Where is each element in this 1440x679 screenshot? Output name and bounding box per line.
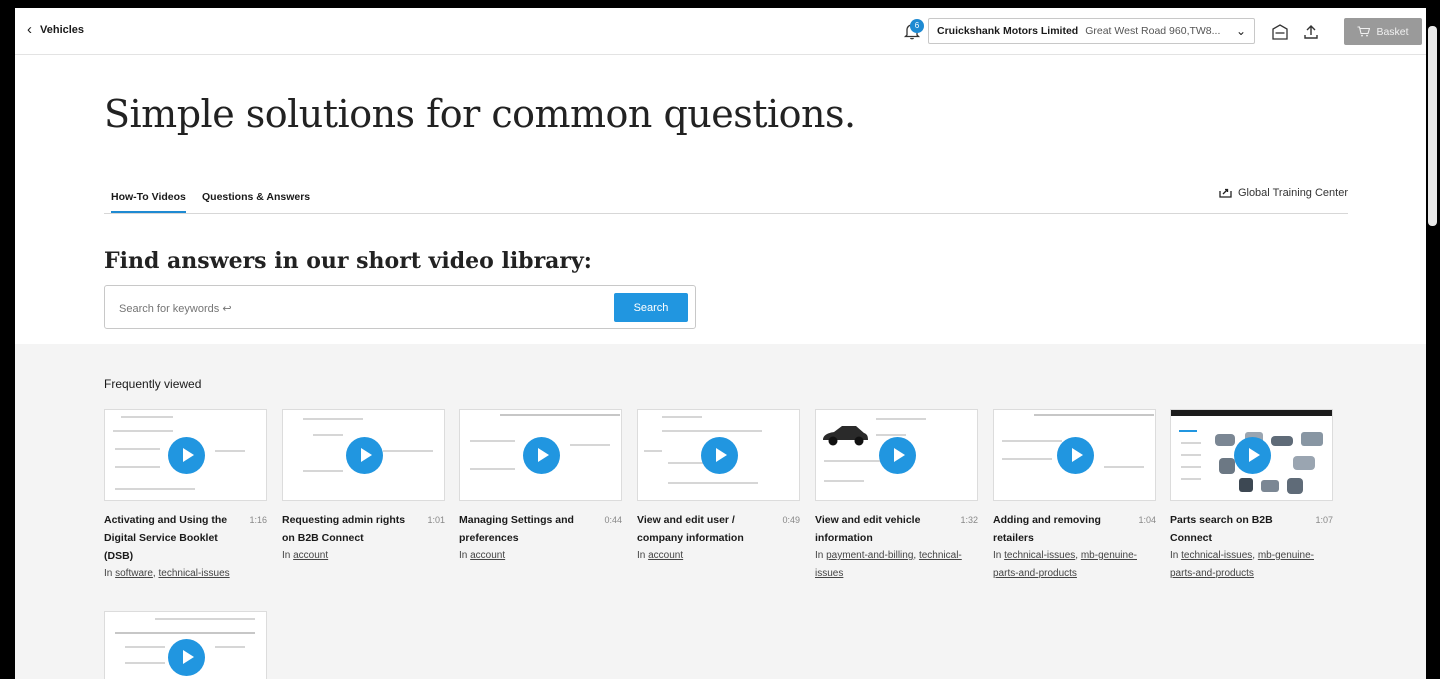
dealer-address: Great West Road 960,TW8... [1085, 25, 1221, 37]
global-training-center-label: Global Training Center [1237, 187, 1348, 199]
category-prefix: In [637, 550, 646, 561]
search-button[interactable]: Search [614, 293, 688, 322]
video-card: Activating and Using the Digital Service… [104, 409, 267, 579]
play-icon[interactable] [523, 437, 560, 474]
garage-icon[interactable] [1271, 23, 1289, 41]
global-training-center-link[interactable]: Global Training Center [1219, 187, 1348, 199]
video-thumbnail[interactable] [282, 409, 445, 501]
category-link[interactable]: software [115, 568, 153, 579]
video-title[interactable]: Parts search on B2B Connect [1170, 511, 1302, 547]
video-title[interactable]: Activating and Using the Digital Service… [104, 511, 236, 565]
category-link[interactable]: technical-issues [1181, 550, 1252, 561]
video-title[interactable]: View and edit vehicle information [815, 511, 947, 547]
video-category: In technical-issues, mb-genuine-parts-an… [993, 550, 1137, 579]
upload-icon[interactable] [1302, 23, 1320, 41]
dealer-name: Cruickshank Motors Limited [937, 25, 1079, 37]
car-icon [823, 426, 868, 446]
video-duration: 1:32 [960, 515, 978, 525]
page-scrollbar[interactable] [1428, 26, 1437, 226]
help-tabs: How-To Videos Questions & Answers Global… [104, 186, 1348, 214]
category-link[interactable]: account [470, 550, 505, 561]
video-title[interactable]: Managing Settings and preferences [459, 511, 591, 547]
video-thumbnail[interactable] [1170, 409, 1333, 501]
video-title[interactable]: Requesting admin rights on B2B Connect [282, 511, 414, 547]
basket-label: Basket [1376, 25, 1409, 38]
chevron-left-icon: ‹ [27, 21, 32, 38]
category-link[interactable]: technical-issues [158, 568, 229, 579]
category-link[interactable]: technical-issues [1004, 550, 1075, 561]
tab-questions-answers[interactable]: Questions & Answers [202, 191, 310, 211]
parts-illustration [1215, 432, 1323, 494]
video-duration: 1:07 [1315, 515, 1333, 525]
page-title: Simple solutions for common questions. [104, 92, 856, 136]
back-to-vehicles-link[interactable]: ‹ Vehicles [27, 22, 84, 37]
video-category: In software, technical-issues [104, 568, 230, 579]
video-category: In account [459, 547, 609, 565]
category-prefix: In [282, 550, 291, 561]
back-label: Vehicles [40, 23, 85, 36]
play-icon[interactable] [168, 437, 205, 474]
video-duration: 0:49 [782, 515, 800, 525]
category-prefix: In [815, 550, 824, 561]
play-icon[interactable] [1057, 437, 1094, 474]
video-card: Managing Settings and preferences 0:44 I… [459, 409, 622, 561]
play-icon[interactable] [346, 437, 383, 474]
search-input[interactable] [117, 298, 591, 320]
video-thumbnail[interactable] [637, 409, 800, 501]
category-prefix: In [104, 568, 113, 579]
video-thumbnail[interactable] [104, 611, 267, 679]
video-card: Requesting admin rights on B2B Connect 1… [282, 409, 445, 561]
dealer-selector[interactable]: Cruickshank Motors Limited Great West Ro… [928, 18, 1255, 44]
video-duration: 1:04 [1138, 515, 1156, 525]
library-heading: Find answers in our short video library: [104, 248, 592, 274]
video-card: View and edit vehicle information 1:32 I… [815, 409, 978, 579]
video-thumbnail[interactable] [993, 409, 1156, 501]
category-link[interactable]: account [648, 550, 683, 561]
video-thumbnail[interactable] [815, 409, 978, 501]
app-frame: ‹ Vehicles 6 Cruickshank Motors Limited … [15, 8, 1426, 679]
top-navigation-bar: ‹ Vehicles 6 Cruickshank Motors Limited … [15, 8, 1426, 55]
video-card: Parts search on B2B Connect 1:07 In tech… [1170, 409, 1333, 579]
category-prefix: In [993, 550, 1002, 561]
video-duration: 1:01 [427, 515, 445, 525]
section-heading: Frequently viewed [104, 377, 202, 391]
play-icon[interactable] [879, 437, 916, 474]
video-thumbnail[interactable] [459, 409, 622, 501]
video-search-box: Search [104, 285, 696, 329]
video-category: In account [637, 547, 787, 565]
category-link[interactable]: payment-and-billing [826, 550, 913, 561]
chevron-down-icon: ⌄ [1235, 24, 1246, 38]
play-icon[interactable] [168, 639, 205, 676]
video-category: In payment-and-billing, technical-issues [815, 550, 962, 579]
video-thumbnail[interactable] [104, 409, 267, 501]
video-category: In technical-issues, mb-genuine-parts-an… [1170, 550, 1314, 579]
basket-button[interactable]: Basket [1344, 18, 1422, 45]
frequently-viewed-section: Frequently viewed Activating and Using t… [15, 344, 1426, 679]
video-category: In account [282, 547, 432, 565]
video-title[interactable]: View and edit user / company information [637, 511, 769, 547]
play-icon[interactable] [701, 437, 738, 474]
video-title[interactable]: Adding and removing retailers [993, 511, 1125, 547]
tab-how-to-videos[interactable]: How-To Videos [111, 191, 186, 213]
video-card [104, 611, 267, 679]
video-card: Adding and removing retailers 1:04 In te… [993, 409, 1156, 579]
video-duration: 0:44 [604, 515, 622, 525]
category-link[interactable]: account [293, 550, 328, 561]
notification-count-badge: 6 [910, 19, 924, 33]
play-icon[interactable] [1234, 437, 1271, 474]
video-card: View and edit user / company information… [637, 409, 800, 561]
category-prefix: In [459, 550, 468, 561]
video-duration: 1:16 [249, 515, 267, 525]
category-prefix: In [1170, 550, 1179, 561]
external-link-icon [1219, 188, 1232, 198]
cart-icon [1357, 26, 1371, 37]
